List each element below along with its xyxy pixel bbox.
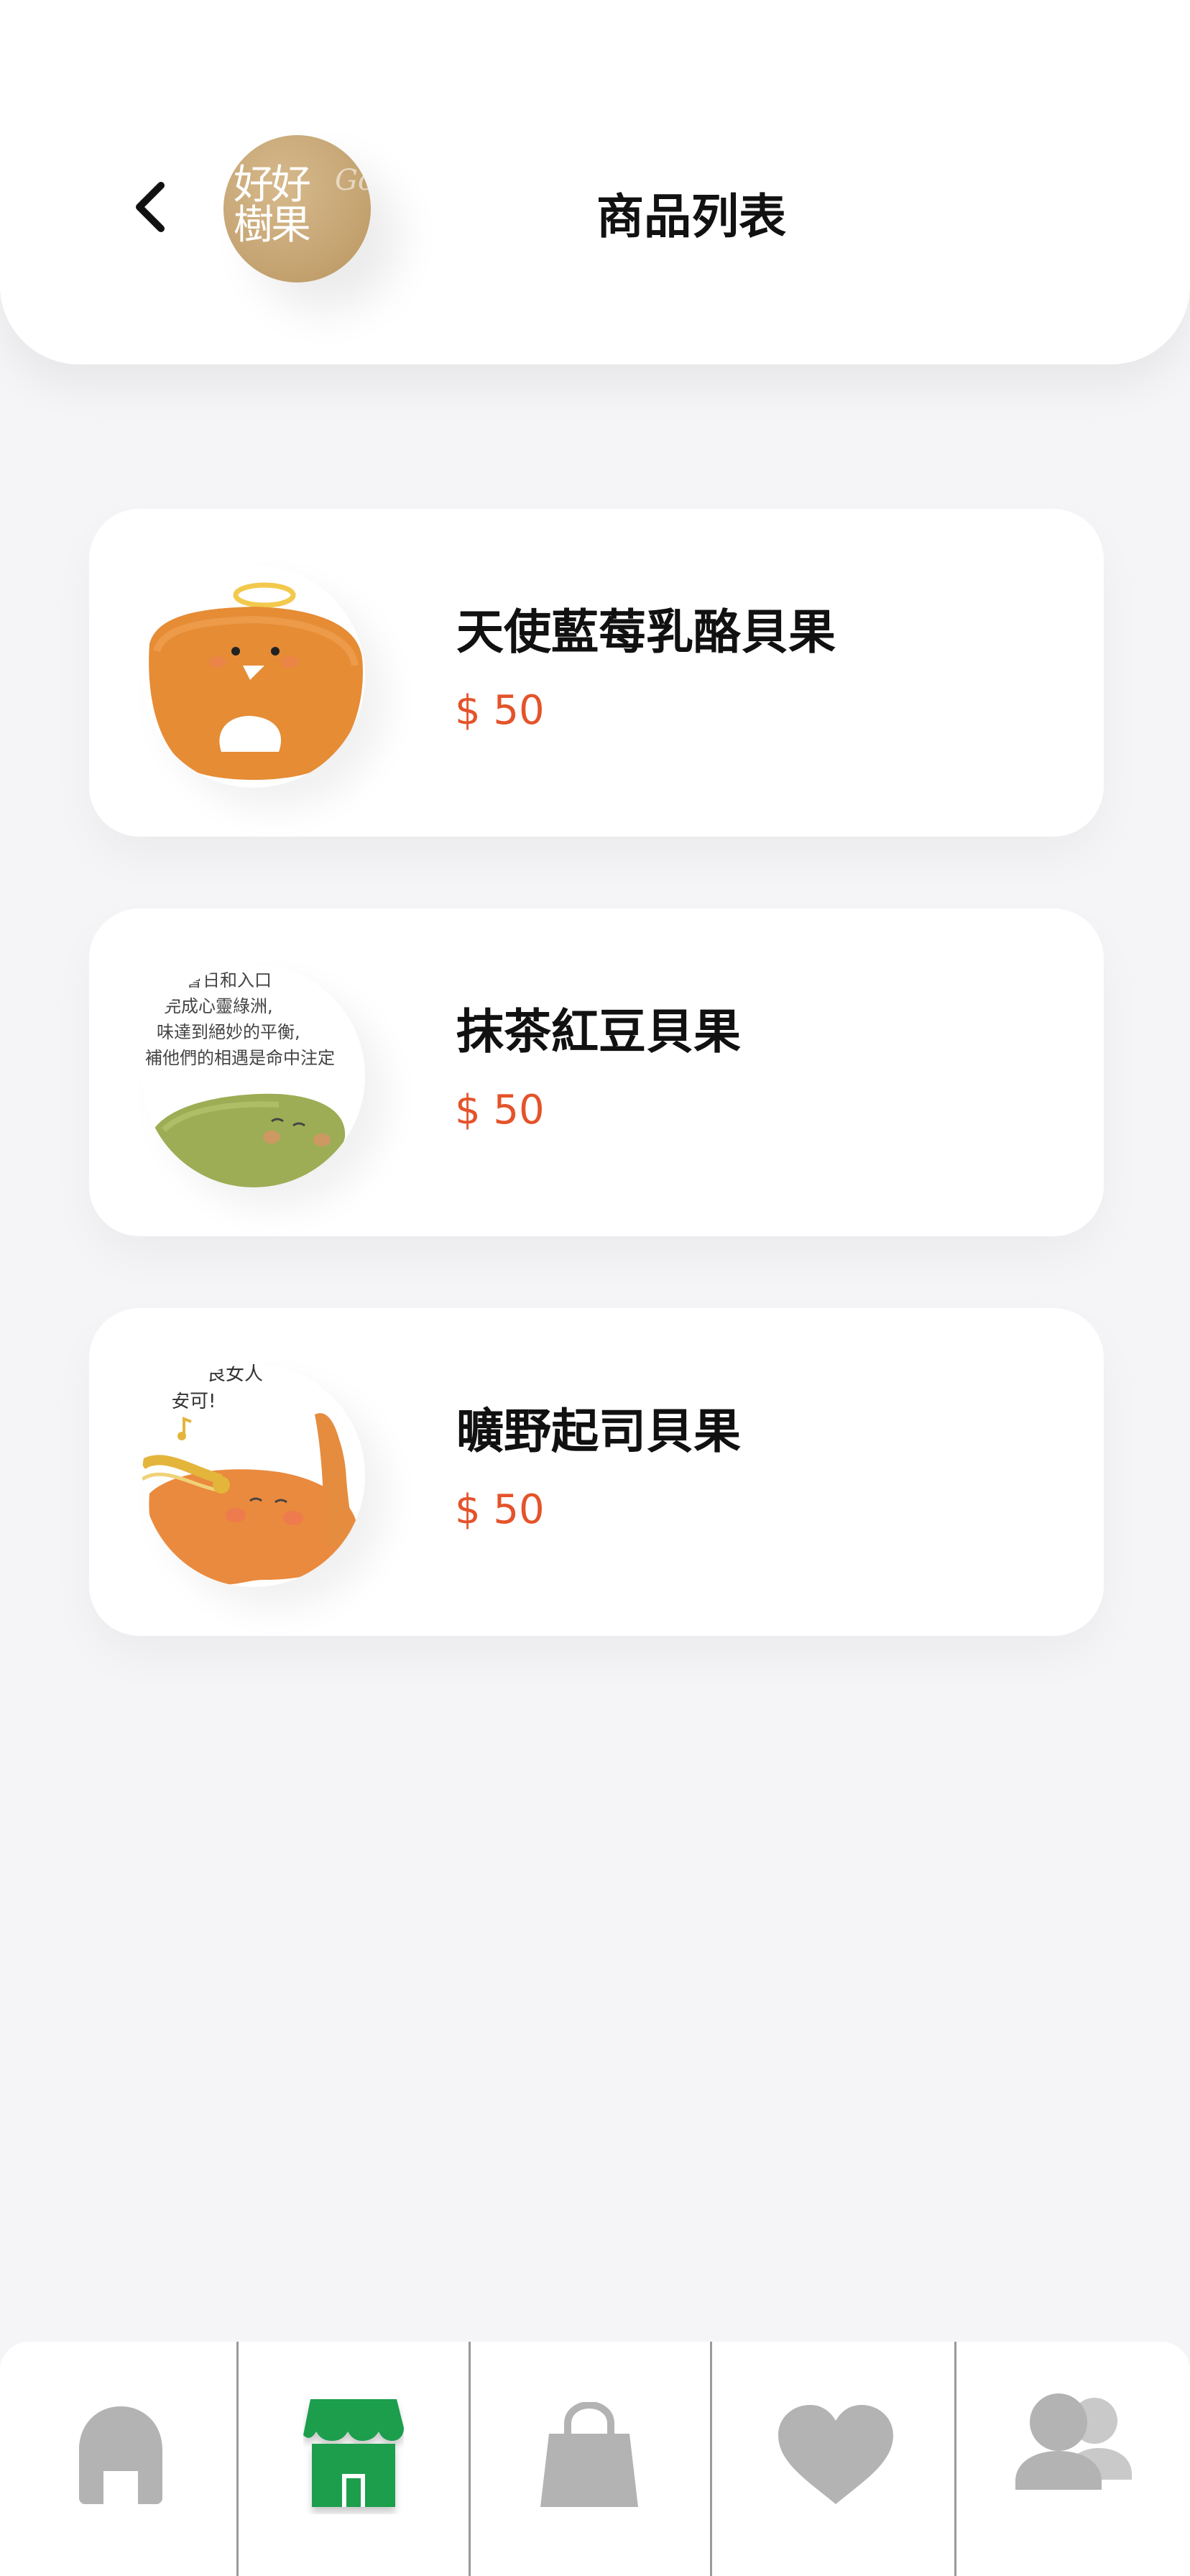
product-name: 曠野起司貝果 <box>456 1404 741 1459</box>
product-price: $ 50 <box>455 687 545 734</box>
thumb-text-line: 會日和入口 <box>185 970 272 990</box>
product-image-angel-bagel <box>142 565 365 788</box>
thumb-text-line: 安可! <box>171 1391 216 1412</box>
shopping-bag-icon <box>540 2402 638 2507</box>
product-price: $ 50 <box>455 1087 545 1133</box>
page-title: 商品列表 <box>0 178 1190 244</box>
product-card[interactable]: 良女人 安可! 曠野起司貝果 $ 50 <box>89 1308 1104 1636</box>
nav-item-members[interactable] <box>956 2342 1190 2576</box>
nav-item-home[interactable] <box>0 2342 237 2576</box>
product-image-cheese-bagel: 良女人 安可! <box>142 1364 365 1587</box>
thumb-text-line: 良女人 <box>207 1364 263 1385</box>
page-title-text: 商品列表 <box>596 189 786 244</box>
thumb-text-line: 味達到絕妙的平衡, <box>157 1022 300 1042</box>
thumb-text-line: 完成心靈綠洲, <box>164 996 273 1016</box>
store-icon <box>303 2399 404 2507</box>
product-name: 天使藍莓乳酪貝果 <box>456 604 836 660</box>
users-icon <box>1015 2393 1132 2490</box>
heart-icon <box>778 2405 893 2504</box>
header: 好好 樹果 Go 商品列表 <box>0 0 1190 364</box>
product-card[interactable]: 會日和入口 完成心靈綠洲, 味達到絕妙的平衡, 補他們的相遇是命中注定 抹茶紅豆… <box>89 908 1104 1236</box>
nav-item-favorites[interactable] <box>712 2342 955 2576</box>
product-image-matcha-bagel: 會日和入口 完成心靈綠洲, 味達到絕妙的平衡, 補他們的相遇是命中注定 <box>142 965 365 1187</box>
product-price: $ 50 <box>455 1486 545 1533</box>
product-card[interactable]: 天使藍莓乳酪貝果 $ 50 <box>89 509 1104 837</box>
product-name: 抹茶紅豆貝果 <box>456 1004 741 1059</box>
home-icon <box>79 2406 162 2504</box>
nav-item-store[interactable] <box>239 2342 470 2576</box>
thumb-text-line: 補他們的相遇是命中注定 <box>145 1048 335 1068</box>
nav-item-bag[interactable] <box>471 2342 711 2576</box>
bottom-nav <box>0 2342 1190 2576</box>
